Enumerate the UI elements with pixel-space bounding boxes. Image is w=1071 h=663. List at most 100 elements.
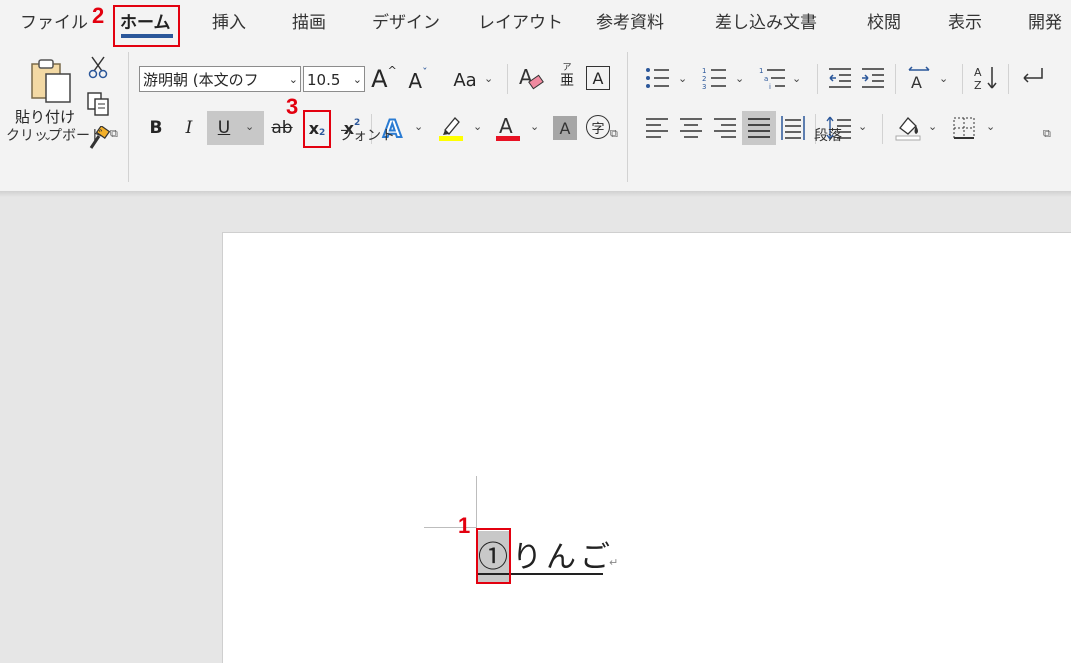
align-right-icon[interactable] (713, 116, 737, 144)
highlight-color-icon[interactable] (437, 114, 465, 146)
bullets-icon[interactable] (645, 66, 671, 94)
separator (507, 64, 508, 94)
paragraph-dialog-launcher-icon[interactable]: ⧉ (1043, 128, 1054, 139)
character-shading-icon: A (559, 118, 571, 138)
enclose-characters-icon: 字 (591, 121, 605, 137)
shrink-font-button[interactable]: Aˇ (404, 66, 432, 96)
svg-text:1: 1 (759, 67, 763, 75)
svg-text:2: 2 (702, 75, 706, 83)
tab-developer[interactable]: 開発 (1028, 8, 1062, 33)
font-name-combo[interactable]: 游明朝 (本文のフ ⌄ (139, 66, 301, 92)
bullets-dropdown-icon[interactable]: ⌄ (678, 72, 687, 85)
separator (1008, 64, 1009, 94)
group-separator (627, 52, 628, 182)
group-separator (128, 52, 129, 182)
multilevel-dropdown-icon[interactable]: ⌄ (792, 72, 801, 85)
separator (817, 64, 818, 94)
decrease-indent-icon[interactable] (827, 66, 853, 94)
change-case-button[interactable]: Aa (448, 66, 482, 94)
font-color-dropdown-icon[interactable]: ⌄ (530, 120, 539, 133)
annotation-box-1 (476, 528, 511, 584)
grow-font-icon: A (371, 65, 388, 93)
character-border-button[interactable]: A (586, 66, 610, 90)
tab-layout[interactable]: レイアウト (478, 8, 563, 33)
font-size-dropdown-icon[interactable]: ⌄ (353, 67, 362, 91)
paste-icon[interactable] (30, 58, 74, 108)
annotation-box-2 (113, 5, 180, 47)
annotation-number-3: 3 (286, 94, 299, 119)
numbering-icon[interactable]: 123 (702, 66, 728, 94)
underline-icon: U (211, 114, 237, 142)
sort-icon[interactable]: AZ (972, 64, 1002, 96)
enclose-characters-button[interactable]: 字 (586, 115, 610, 139)
shading-icon[interactable] (894, 114, 922, 146)
character-border-icon: A (592, 68, 604, 88)
svg-text:A: A (499, 114, 513, 138)
document-page[interactable] (222, 232, 1071, 663)
annotation-number-1: 1 (458, 513, 471, 538)
tab-mailings[interactable]: 差し込み文書 (715, 8, 817, 33)
text-direction-icon[interactable]: A (905, 64, 933, 96)
svg-text:i: i (769, 83, 771, 90)
tab-draw[interactable]: 描画 (292, 8, 326, 33)
shrink-font-icon: A (408, 69, 423, 93)
font-group-label: フォント (339, 128, 395, 144)
increase-indent-icon[interactable] (860, 66, 886, 94)
svg-text:A: A (974, 66, 982, 79)
borders-icon[interactable] (952, 116, 976, 144)
font-name-dropdown-icon[interactable]: ⌄ (289, 67, 298, 91)
clipboard-dialog-launcher-icon[interactable]: ⧉ (110, 128, 121, 139)
tab-review[interactable]: 校閲 (867, 8, 901, 33)
font-size-combo[interactable]: 10.5 ⌄ (303, 66, 365, 92)
separator (882, 114, 883, 144)
paste-label[interactable]: 貼り付け (15, 106, 75, 127)
phonetic-guide-button[interactable]: ア 亜 (558, 63, 576, 89)
align-center-icon[interactable] (679, 116, 703, 144)
tab-references[interactable]: 参考資料 (596, 8, 664, 33)
character-shading-button[interactable]: A (553, 116, 577, 140)
tab-view[interactable]: 表示 (948, 8, 982, 33)
clipboard-group-label: クリップボード (6, 128, 104, 144)
strikethrough-icon: ab (271, 118, 293, 138)
font-color-icon[interactable]: A (494, 112, 522, 146)
justify-icon (747, 116, 771, 144)
tab-design[interactable]: デザイン (372, 8, 440, 33)
grow-font-button[interactable]: A ^ (370, 64, 398, 94)
cut-icon[interactable] (88, 55, 108, 83)
shrink-caret-icon: ˇ (422, 66, 428, 79)
svg-text:A: A (911, 73, 922, 92)
copy-icon[interactable] (86, 91, 110, 121)
tab-file[interactable]: ファイル (20, 8, 88, 33)
underline-dropdown-icon[interactable]: ⌄ (245, 120, 254, 133)
font-dialog-launcher-icon[interactable]: ⧉ (610, 128, 621, 139)
borders-dropdown-icon[interactable]: ⌄ (986, 120, 995, 133)
show-hide-marks-icon[interactable] (1018, 64, 1048, 96)
crop-mark-vertical (476, 476, 477, 528)
tab-insert[interactable]: 挿入 (212, 8, 246, 33)
distributed-icon[interactable] (780, 114, 806, 146)
multilevel-list-icon[interactable]: 1ai (759, 66, 787, 94)
text-direction-dropdown-icon[interactable]: ⌄ (939, 72, 948, 85)
annotation-box-3 (303, 110, 331, 148)
phonetic-guide-icon: 亜 (560, 73, 574, 89)
highlight-dropdown-icon[interactable]: ⌄ (473, 120, 482, 133)
svg-text:Z: Z (974, 79, 982, 92)
underline-icon-text: U (217, 118, 231, 138)
line-spacing-dropdown-icon[interactable]: ⌄ (858, 120, 867, 133)
shading-dropdown-icon[interactable]: ⌄ (928, 120, 937, 133)
change-case-dropdown-icon[interactable]: ⌄ (484, 72, 493, 85)
numbering-dropdown-icon[interactable]: ⌄ (735, 72, 744, 85)
annotation-number-2: 2 (92, 3, 105, 28)
grow-caret-icon: ^ (387, 64, 397, 77)
italic-button[interactable]: I (178, 114, 200, 142)
text-effects-dropdown-icon[interactable]: ⌄ (414, 120, 423, 133)
svg-text:a: a (764, 75, 768, 83)
bold-button[interactable]: B (145, 114, 167, 142)
change-case-label: Aa (453, 69, 477, 91)
clear-formatting-icon[interactable]: A (518, 64, 544, 96)
ribbon-shadow (0, 191, 1071, 197)
paragraph-group-label: 段落 (814, 128, 842, 144)
separator (895, 64, 896, 94)
paragraph-mark: ↵ (609, 556, 619, 569)
align-left-icon[interactable] (645, 116, 669, 144)
